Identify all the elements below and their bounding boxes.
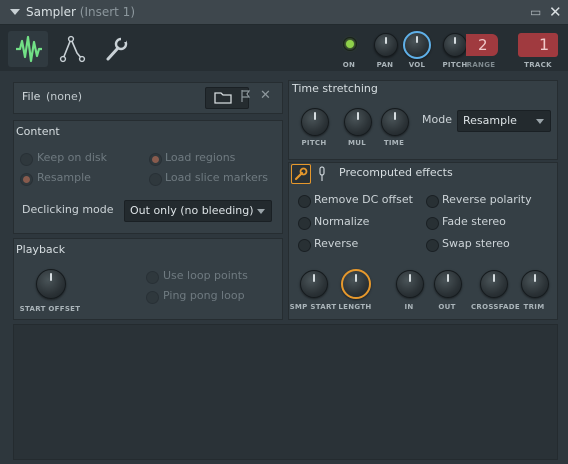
load-slice-markers-radio[interactable] [149, 173, 162, 186]
normalize-radio[interactable] [298, 217, 311, 230]
time-stretching-panel: Time stretching PITCH MUL TIME Mode Resa… [288, 80, 558, 160]
vol-label: VOL [408, 61, 426, 69]
length-label: LENGTH [338, 303, 372, 311]
playback-title: Playback [16, 243, 66, 256]
reverse-polarity-radio[interactable] [426, 195, 439, 208]
envelope-icon [59, 35, 86, 63]
smp-start-label: SMP START [289, 303, 337, 311]
ts-time-knob[interactable] [381, 108, 409, 136]
time-stretching-title: Time stretching [292, 82, 378, 95]
ts-mul-knob[interactable] [344, 108, 372, 136]
chevron-down-icon [257, 209, 265, 214]
tab-sample[interactable] [8, 31, 48, 67]
on-label: ON [342, 61, 356, 69]
ping-pong-loop-label: Ping pong loop [163, 289, 245, 302]
normalize-label: Normalize [314, 215, 370, 228]
playback-panel: Playback START OFFSET Use loop points Pi… [13, 238, 283, 320]
in-knob[interactable] [396, 270, 424, 298]
mode-value: Resample [463, 114, 517, 127]
declicking-mode-label: Declicking mode [22, 203, 114, 216]
mode-select[interactable]: Resample [457, 110, 551, 132]
waveform-icon [16, 35, 42, 63]
declicking-mode-select[interactable]: Out only (no bleeding) [124, 200, 272, 222]
ping-pong-loop-radio[interactable] [146, 291, 159, 304]
range-display[interactable]: 2 [466, 34, 498, 56]
trim-knob[interactable] [521, 270, 549, 298]
in-label: IN [404, 303, 414, 311]
flag-icon[interactable] [240, 89, 252, 103]
track-value: 1 [539, 35, 550, 54]
fade-stereo-label: Fade stereo [442, 215, 506, 228]
tab-settings[interactable] [96, 31, 136, 67]
resample-label: Resample [37, 171, 91, 184]
load-slice-markers-label: Load slice markers [165, 171, 269, 184]
tab-envelope[interactable] [52, 31, 92, 67]
reverse-label: Reverse [314, 237, 359, 250]
pan-knob[interactable] [374, 33, 398, 57]
toolbar: ON PAN VOL PITCH 2 RANGE 1 TRACK [0, 25, 568, 71]
file-panel: File (none) ✕ [13, 82, 283, 114]
ts-mul-label: MUL [347, 139, 366, 147]
start-offset-knob[interactable] [36, 269, 66, 299]
detach-icon[interactable]: ▭ [530, 5, 541, 19]
window-title-name: Sampler [26, 5, 76, 19]
wrench-icon [106, 37, 128, 61]
load-regions-label: Load regions [165, 151, 236, 164]
fx-settings-button[interactable] [291, 164, 311, 184]
waveform-area[interactable] [13, 324, 558, 460]
crossfade-knob[interactable] [480, 270, 508, 298]
swap-stereo-radio[interactable] [426, 239, 439, 252]
sampler-window: Sampler (Insert 1) ▭ ✕ ON PAN VOL PITCH … [0, 0, 568, 464]
window-title: Sampler (Insert 1) [26, 5, 135, 19]
out-label: OUT [438, 303, 456, 311]
volume-knob[interactable] [403, 31, 431, 59]
range-value: 2 [478, 36, 488, 54]
file-label: File [22, 90, 41, 103]
track-label: TRACK [524, 61, 552, 69]
keep-on-disk-radio[interactable] [20, 153, 33, 166]
mode-label: Mode [422, 113, 452, 126]
content-title: Content [16, 125, 60, 138]
mic-icon[interactable] [317, 166, 327, 182]
ts-time-label: TIME [383, 139, 405, 147]
use-loop-points-radio[interactable] [146, 271, 159, 284]
file-value: (none) [46, 90, 83, 103]
precomputed-effects-panel: Precomputed effects Remove DC offset Rev… [288, 162, 558, 320]
remove-dc-offset-radio[interactable] [298, 195, 311, 208]
use-loop-points-label: Use loop points [163, 269, 248, 282]
chevron-down-icon [536, 119, 544, 124]
wrench-icon [294, 167, 308, 181]
on-led[interactable] [343, 37, 357, 51]
pitch-knob[interactable] [443, 33, 467, 57]
title-bar: Sampler (Insert 1) ▭ ✕ [0, 0, 568, 25]
ts-pitch-knob[interactable] [301, 108, 329, 136]
remove-dc-offset-label: Remove DC offset [314, 193, 413, 206]
declicking-mode-value: Out only (no bleeding) [130, 204, 254, 217]
pan-label: PAN [376, 61, 394, 69]
length-knob[interactable] [341, 269, 371, 299]
clear-file-icon[interactable]: ✕ [260, 88, 271, 103]
smp-start-knob[interactable] [300, 270, 328, 298]
swap-stereo-label: Swap stereo [442, 237, 510, 250]
ts-pitch-label: PITCH [301, 139, 327, 147]
out-knob[interactable] [434, 270, 462, 298]
crossfade-label: CROSSFADE [471, 303, 520, 311]
content-panel: Content Keep on disk Load regions Resamp… [13, 120, 283, 234]
close-icon[interactable]: ✕ [549, 3, 562, 21]
window-menu-icon[interactable] [10, 9, 20, 15]
reverse-polarity-label: Reverse polarity [442, 193, 532, 206]
window-title-insert: (Insert 1) [79, 5, 135, 19]
load-regions-radio[interactable] [149, 153, 162, 166]
reverse-radio[interactable] [298, 239, 311, 252]
fade-stereo-radio[interactable] [426, 217, 439, 230]
start-offset-label: START OFFSET [19, 305, 81, 313]
track-display[interactable]: 1 [518, 33, 558, 57]
resample-radio[interactable] [20, 173, 33, 186]
trim-label: TRIM [523, 303, 545, 311]
range-label: RANGE [466, 61, 496, 69]
precomputed-title: Precomputed effects [339, 166, 453, 179]
keep-on-disk-label: Keep on disk [37, 151, 108, 164]
